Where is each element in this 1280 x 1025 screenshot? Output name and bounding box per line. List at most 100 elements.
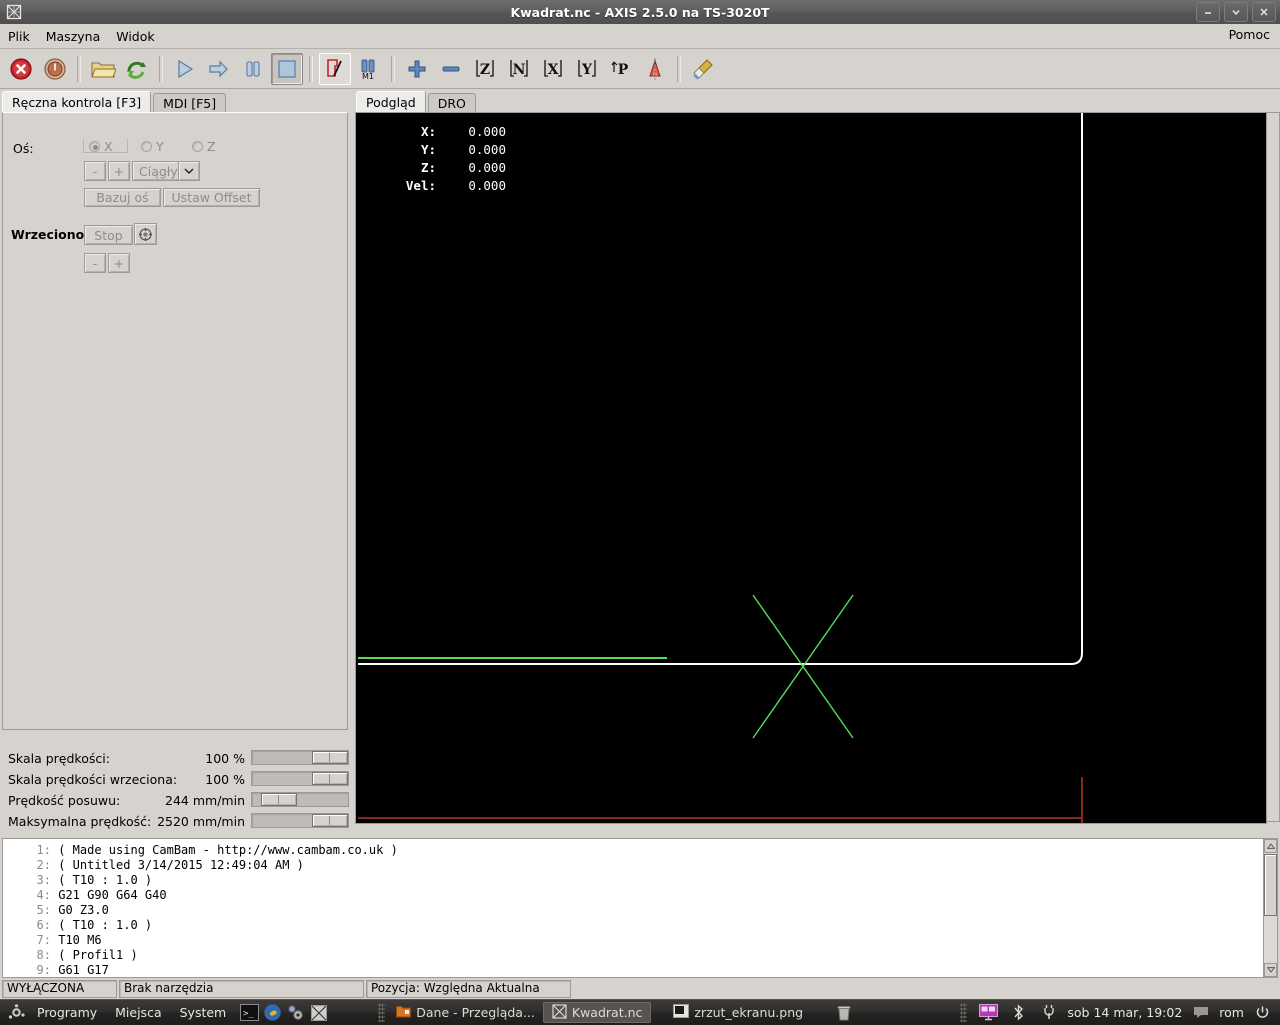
axis-logo-icon[interactable]: [3, 1, 25, 23]
menu-plik[interactable]: Plik: [0, 27, 38, 46]
status-tool: Brak narzędzia: [119, 980, 364, 998]
gcode-line[interactable]: 8: ( Profil1 ): [25, 948, 1263, 963]
chat-icon[interactable]: [1190, 1002, 1211, 1023]
tab-dro[interactable]: DRO: [427, 93, 476, 112]
run-program-button[interactable]: [169, 53, 201, 85]
view-y-button[interactable]: Y: [571, 53, 603, 85]
gcode-vertical-scrollbar[interactable]: [1263, 838, 1278, 978]
taskbar-menu-miejsca[interactable]: Miejsca: [106, 1005, 170, 1020]
taskbar-username[interactable]: rom: [1219, 1005, 1244, 1020]
chevron-down-icon[interactable]: [178, 161, 200, 181]
tab-mdi[interactable]: MDI [F5]: [153, 93, 227, 112]
axis-icon[interactable]: [308, 1002, 329, 1023]
set-offset-button[interactable]: Ustaw Offset: [163, 188, 260, 207]
stop-program-button[interactable]: [271, 52, 303, 85]
view-p-button[interactable]: P: [605, 53, 637, 85]
feed-override-label: Skala prędkości:: [8, 751, 110, 766]
feed-override-slider[interactable]: [251, 750, 349, 765]
tool-cone-button[interactable]: [639, 53, 671, 85]
gcode-line[interactable]: 3: ( T10 : 1.0 ): [25, 873, 1263, 888]
gcode-line-text: ( Profil1 ): [58, 948, 138, 962]
max-velocity-slider[interactable]: [251, 813, 349, 828]
toggle-optional-stop-button[interactable]: M1: [353, 53, 385, 85]
feed-rate-thumb[interactable]: [261, 793, 297, 806]
gcode-listing[interactable]: 1: ( Made using CamBam - http://www.camb…: [2, 838, 1264, 978]
spindle-stop-button[interactable]: Stop: [84, 225, 133, 245]
gcode-scroll-thumb[interactable]: [1264, 854, 1277, 916]
home-axis-button[interactable]: Bazuj oś: [84, 188, 161, 207]
menu-pomoc[interactable]: Pomoc: [1229, 27, 1270, 42]
pause-program-button[interactable]: [237, 53, 269, 85]
scroll-down-icon[interactable]: [1264, 963, 1277, 977]
step-program-button[interactable]: [203, 53, 235, 85]
view-x-button[interactable]: X: [537, 53, 569, 85]
gcode-line[interactable]: 6: ( T10 : 1.0 ): [25, 918, 1263, 933]
taskbar-menu-system[interactable]: System: [171, 1005, 236, 1020]
view-z-button[interactable]: Z: [469, 53, 501, 85]
feed-rate-slider[interactable]: [251, 792, 349, 807]
taskbar-menu-programy[interactable]: Programy: [28, 1005, 106, 1020]
spindle-minus-button[interactable]: -: [84, 253, 106, 273]
gcode-line[interactable]: 7: T10 M6: [25, 933, 1263, 948]
spindle-icon[interactable]: [134, 223, 157, 245]
feed-override-thumb[interactable]: [312, 751, 348, 764]
gcode-line[interactable]: 5: G0 Z3.0: [25, 903, 1263, 918]
zoom-in-button[interactable]: [401, 53, 433, 85]
spindle-override-thumb[interactable]: [312, 772, 348, 785]
taskbar-clock[interactable]: sob 14 mar, 19:02: [1067, 1005, 1182, 1020]
gcode-line[interactable]: 1: ( Made using CamBam - http://www.camb…: [25, 843, 1263, 858]
machine-power-toggle[interactable]: [39, 53, 71, 85]
gcode-line[interactable]: 2: ( Untitled 3/14/2015 12:49:04 AM ): [25, 858, 1263, 873]
manual-control-body: Oś: X Y Z - + Ciągły Bazuj oś Ustaw Offs…: [2, 112, 348, 730]
tab-reczna-kontrola[interactable]: Ręczna kontrola [F3]: [2, 91, 152, 112]
system-menu-icon[interactable]: [6, 1002, 27, 1023]
gcode-line[interactable]: 9: G61 G17: [25, 963, 1263, 977]
toolbar-separator: [77, 55, 81, 82]
spindle-plus-button[interactable]: +: [108, 253, 130, 273]
tab-podglad[interactable]: Podgląd: [356, 91, 426, 112]
power-plug-icon[interactable]: [1038, 1002, 1059, 1023]
firefox-icon[interactable]: [262, 1002, 283, 1023]
preview-vertical-scrollbar[interactable]: [1266, 112, 1280, 822]
view-z2-button[interactable]: N: [503, 53, 535, 85]
task-kwadrat-nc[interactable]: Kwadrat.nc: [542, 1002, 652, 1023]
gcode-line-number: 8:: [36, 948, 51, 962]
menu-maszyna[interactable]: Maszyna: [38, 27, 109, 46]
jog-minus-button[interactable]: -: [84, 161, 106, 181]
dro-row-z: Z: 0.000: [384, 159, 506, 177]
max-velocity-thumb[interactable]: [312, 814, 348, 827]
window-titlebar[interactable]: Kwadrat.nc - AXIS 2.5.0 na TS-3020T: [0, 0, 1280, 25]
power-icon[interactable]: [1252, 1002, 1273, 1023]
axis-radio-x[interactable]: X: [89, 139, 113, 154]
menu-widok[interactable]: Widok: [108, 27, 162, 46]
tray-grip[interactable]: [960, 1003, 968, 1022]
gcode-line-number: 3:: [36, 873, 51, 887]
taskbar-grip[interactable]: [378, 1003, 386, 1022]
axis-radio-y[interactable]: Y: [141, 139, 164, 154]
svg-text:>_: >_: [243, 1009, 254, 1019]
estop-toggle[interactable]: [5, 53, 37, 85]
scroll-up-icon[interactable]: [1264, 839, 1277, 853]
gcode-line[interactable]: 4: G21 G90 G64 G40: [25, 888, 1263, 903]
close-button[interactable]: [1252, 2, 1276, 22]
task-dane-przegladarka[interactable]: Dane - Przegląda...: [388, 1002, 543, 1023]
open-file-button[interactable]: [87, 53, 119, 85]
toggle-block-delete-button[interactable]: [319, 52, 351, 85]
terminal-icon[interactable]: >_: [239, 1002, 260, 1023]
toolpath-canvas[interactable]: X: 0.000 Y: 0.000 Z: 0.000 Vel: 0.000: [355, 112, 1267, 824]
minimize-button[interactable]: [1196, 2, 1220, 22]
clear-backplot-button[interactable]: [687, 53, 719, 85]
zoom-out-button[interactable]: [435, 53, 467, 85]
dro-vel-label: Vel:: [405, 178, 436, 193]
axis-radio-z[interactable]: Z: [192, 139, 216, 154]
left-tabs: Ręczna kontrola [F3] MDI [F5]: [2, 91, 228, 112]
task-zrzut-ekranu[interactable]: zrzut_ekranu.png: [665, 1002, 811, 1023]
display-icon[interactable]: [978, 1002, 999, 1023]
settings-icon[interactable]: [285, 1002, 306, 1023]
jog-plus-button[interactable]: +: [108, 161, 130, 181]
maximize-button[interactable]: [1224, 2, 1248, 22]
trash-icon[interactable]: [833, 1002, 854, 1023]
reload-file-button[interactable]: [121, 53, 153, 85]
spindle-override-slider[interactable]: [251, 771, 349, 786]
bluetooth-icon[interactable]: [1008, 1002, 1029, 1023]
